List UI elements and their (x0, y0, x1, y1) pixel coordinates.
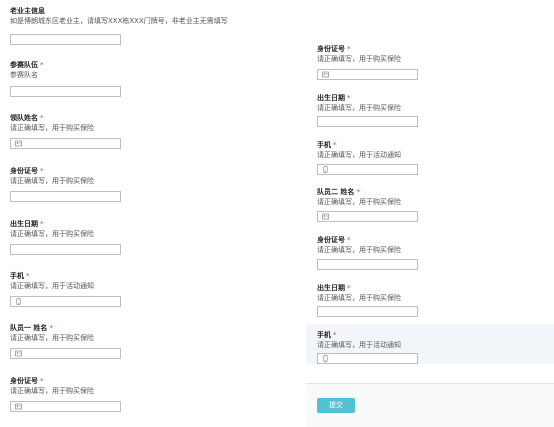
member2-birth-field: 出生日期 * 请正确填写，用于购买保险 (317, 284, 401, 303)
required-mark: * (40, 61, 44, 69)
field-label-row: 出生日期 * (10, 220, 94, 229)
leader-birth-field: 出生日期 * 请正确填写，用于购买保险 (10, 220, 94, 239)
field-hint: 请正确填写，用于购买保险 (317, 246, 401, 254)
member2-phone-field: 手机 * 请正确填写，用于活动通知 (317, 331, 401, 350)
person-card-icon (15, 403, 22, 410)
submit-button[interactable]: 提交 (317, 398, 355, 413)
member1-phone-field: 手机 * 请正确填写，用于活动通知 (317, 141, 401, 160)
field-hint: 请正确填写，用于购买保险 (10, 387, 94, 395)
member2-id-input[interactable] (317, 259, 418, 270)
owner-info-hint: 如是博朗城东区老业主，请填写XXX栋XXX门牌号，非老业主无需填写 (10, 17, 228, 25)
field-label: 身份证号 (317, 45, 345, 53)
owner-info-label: 老业主信息 (10, 7, 45, 15)
field-label: 手机 (317, 331, 331, 339)
field-label: 身份证号 (10, 167, 38, 175)
field-label-row: 领队姓名 * (10, 114, 94, 123)
member2-phone-input[interactable] (317, 353, 418, 364)
required-mark: * (347, 236, 351, 244)
required-mark: * (40, 114, 44, 122)
right-form-column: 身份证号 * 请正确填写，用于购买保险 出生日期 * 请正确填写，用于购买保险 手机… (306, 0, 554, 427)
field-label: 参赛队伍 (10, 61, 38, 69)
field-label-row: 手机 * (317, 141, 401, 150)
field-hint: 参赛队名 (10, 71, 38, 79)
person-card-icon (322, 71, 329, 78)
required-mark: * (40, 377, 44, 385)
field-label-row: 队员二 姓名 * (317, 188, 401, 197)
required-mark: * (40, 167, 44, 175)
member2-name-field: 队员二 姓名 * 请正确填写，用于购买保险 (317, 188, 401, 207)
leader-name-input[interactable] (10, 138, 121, 149)
owner-info-input[interactable] (10, 34, 121, 45)
person-card-icon (15, 350, 22, 357)
field-hint: 请正确填写，用于购买保险 (317, 198, 401, 206)
leader-id-field: 身份证号 * 请正确填写，用于购买保险 (10, 167, 94, 186)
field-hint: 请正确填写，用于购买保险 (10, 230, 94, 238)
field-hint: 请正确填写，用于购买保险 (10, 334, 94, 342)
member1-name-input[interactable] (10, 348, 121, 359)
field-label-row: 出生日期 * (317, 284, 401, 293)
team-name-input[interactable] (10, 86, 121, 97)
phone-icon (323, 166, 328, 173)
member1-id-field: 身份证号 * 请正确填写，用于购买保险 (10, 377, 94, 396)
field-label: 出生日期 (10, 220, 38, 228)
leader-name-field: 领队姓名 * 请正确填写，用于购买保险 (10, 114, 94, 133)
field-label-row: 身份证号 * (317, 236, 401, 245)
field-hint: 请正确填写，用于购买保险 (317, 294, 401, 302)
field-label-row: 手机 * (10, 272, 94, 281)
phone-icon (323, 355, 328, 362)
leader-phone-input[interactable] (10, 296, 121, 307)
field-label: 手机 (317, 141, 331, 149)
field-label-row: 参赛队伍 * (10, 61, 44, 70)
required-mark: * (347, 45, 351, 53)
required-mark: * (347, 284, 351, 292)
field-label: 身份证号 (317, 236, 345, 244)
field-label-row: 身份证号 * (10, 377, 94, 386)
field-label-row: 出生日期 * (317, 94, 401, 103)
leader-id-input[interactable] (10, 191, 121, 202)
field-label: 出生日期 (317, 284, 345, 292)
member1-birth-field: 出生日期 * 请正确填写，用于购买保险 (317, 94, 401, 113)
field-hint: 请正确填写，用于购买保险 (317, 55, 401, 63)
required-mark: * (49, 324, 53, 332)
field-hint: 请正确填写，用于购买保险 (10, 177, 94, 185)
field-hint: 请正确填写，用于活动通知 (10, 282, 94, 290)
member2-id-field: 身份证号 * 请正确填写，用于购买保险 (317, 236, 401, 255)
member1-id-input[interactable] (10, 401, 121, 412)
field-label: 出生日期 (317, 94, 345, 102)
person-card-icon (322, 213, 329, 220)
field-label: 队员二 姓名 (317, 188, 355, 196)
member1-id-cont-field: 身份证号 * 请正确填写，用于购买保险 (317, 45, 401, 64)
member1-phone-input[interactable] (317, 164, 418, 175)
field-label: 领队姓名 (10, 114, 38, 122)
required-mark: * (347, 94, 351, 102)
left-form-column: 老业主信息 如是博朗城东区老业主，请填写XXX栋XXX门牌号，非老业主无需填写 … (0, 0, 306, 427)
field-label-row: 身份证号 * (10, 167, 94, 176)
person-card-icon (15, 140, 22, 147)
field-hint: 请正确填写，用于活动通知 (317, 151, 401, 159)
field-label-row: 手机 * (317, 331, 401, 340)
field-label: 手机 (10, 272, 24, 280)
required-mark: * (26, 272, 30, 280)
member2-birth-input[interactable] (317, 306, 418, 317)
field-label-row: 身份证号 * (317, 45, 401, 54)
field-label: 队员一 姓名 (10, 324, 48, 332)
leader-phone-field: 手机 * 请正确填写，用于活动通知 (10, 272, 94, 291)
phone-icon (16, 298, 21, 305)
field-label-row: 队员一 姓名 * (10, 324, 94, 333)
required-mark: * (40, 220, 44, 228)
team-name-field: 参赛队伍 * 参赛队名 (10, 61, 44, 80)
leader-birth-input[interactable] (10, 244, 121, 255)
field-label: 身份证号 (10, 377, 38, 385)
required-mark: * (333, 331, 337, 339)
member2-name-input[interactable] (317, 211, 418, 222)
field-hint: 请正确填写，用于购买保险 (10, 124, 94, 132)
required-mark: * (333, 141, 337, 149)
member1-id-cont-input[interactable] (317, 69, 418, 80)
field-hint: 请正确填写，用于购买保险 (317, 104, 401, 112)
member1-name-field: 队员一 姓名 * 请正确填写，用于购买保险 (10, 324, 94, 343)
required-mark: * (356, 188, 360, 196)
owner-info-field: 老业主信息 如是博朗城东区老业主，请填写XXX栋XXX门牌号，非老业主无需填写 (10, 7, 228, 26)
field-hint: 请正确填写，用于活动通知 (317, 341, 401, 349)
member1-birth-input[interactable] (317, 116, 418, 127)
